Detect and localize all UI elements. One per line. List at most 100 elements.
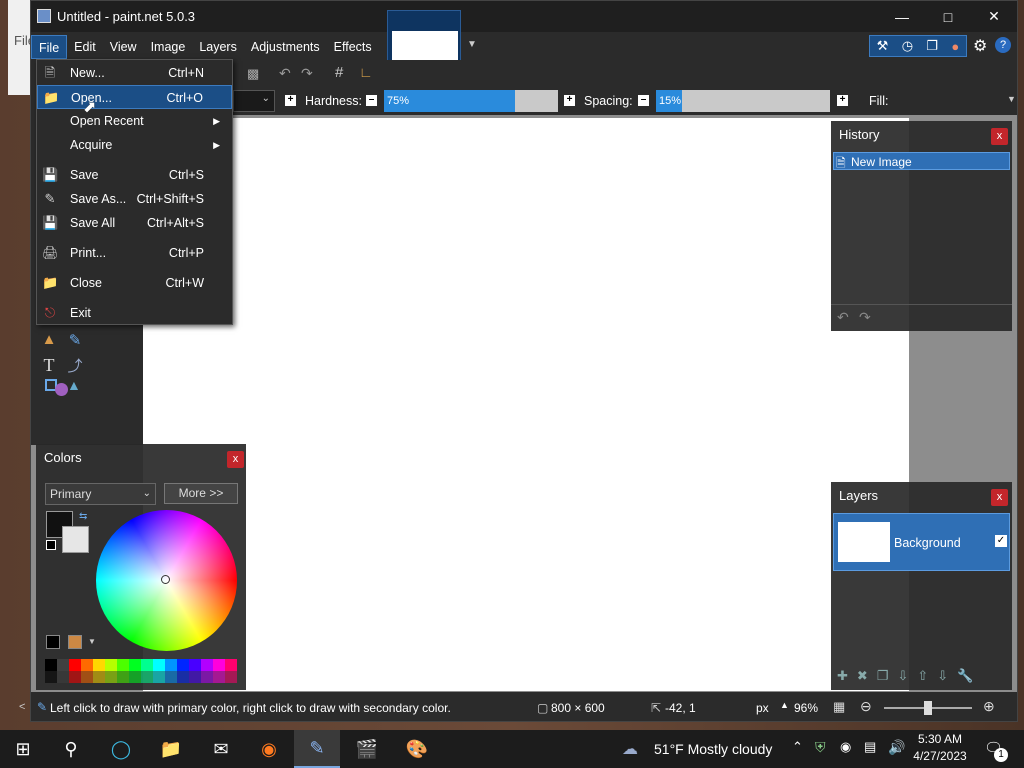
image-canvas[interactable] — [143, 118, 909, 691]
palette-swatch[interactable] — [57, 671, 69, 683]
zoom-level[interactable]: 96% — [794, 701, 818, 715]
menu-item-print[interactable]: 🖨 Print... Ctrl+P — [37, 241, 232, 265]
zoom-slider-thumb[interactable] — [924, 701, 932, 715]
palette-swatch[interactable] — [45, 659, 57, 671]
palette-swatch[interactable] — [213, 671, 225, 683]
start-button[interactable]: ⊞ — [0, 730, 46, 768]
ruler-icon[interactable]: ∟ — [359, 64, 373, 80]
scroll-left-icon[interactable]: < — [19, 701, 25, 713]
paste-icon[interactable]: ▩ — [247, 66, 259, 82]
palette-swatch[interactable] — [165, 659, 177, 671]
menu-item-open-recent[interactable]: Open Recent ▶ — [37, 109, 232, 133]
secondary-color-swatch[interactable] — [62, 526, 89, 553]
maximize-button[interactable]: □ — [925, 1, 971, 32]
layers-close-button[interactable]: x — [991, 489, 1008, 506]
help-icon[interactable]: ? — [995, 37, 1011, 53]
menu-item-exit[interactable]: ⎋ Exit — [37, 301, 232, 325]
colors-window-icon[interactable]: ● — [951, 39, 959, 54]
weather-text[interactable]: 51°F Mostly cloudy — [654, 741, 772, 757]
color-wheel[interactable] — [96, 510, 237, 651]
undo-icon[interactable]: ↶ — [279, 65, 291, 82]
network-icon[interactable]: ▤ — [864, 739, 876, 755]
hardness-increase-button[interactable]: + — [564, 95, 575, 106]
grid-icon[interactable]: # — [335, 64, 343, 81]
palette-swatch[interactable] — [201, 671, 213, 683]
paintnet-taskbar-icon[interactable]: ✎ — [294, 730, 340, 768]
add-to-palette-icon[interactable] — [46, 635, 60, 649]
firefox-icon[interactable]: ◉ — [246, 730, 292, 768]
color-mode-dropdown[interactable]: Primary ⌄ — [45, 483, 156, 505]
spacing-decrease-button[interactable]: – — [638, 95, 649, 106]
brush-size-increase-button[interactable]: + — [285, 95, 296, 106]
color-wheel-cursor[interactable] — [161, 575, 170, 584]
palette-menu-icon[interactable] — [68, 635, 82, 649]
paint-app-icon[interactable]: 🎨 — [394, 730, 440, 768]
menu-view[interactable]: View — [103, 35, 144, 59]
move-layer-down-icon[interactable]: ⇩ — [937, 668, 948, 684]
layers-window-icon[interactable]: ❐ — [926, 38, 938, 54]
search-icon[interactable]: ⚲ — [48, 730, 94, 768]
palette-swatch[interactable] — [93, 659, 105, 671]
hardness-decrease-button[interactable]: – — [366, 95, 377, 106]
palette-swatch[interactable] — [225, 659, 237, 671]
swap-colors-icon[interactable]: ⇆ — [79, 511, 87, 522]
palette-swatch[interactable] — [57, 659, 69, 671]
text-tool-icon[interactable]: T — [39, 355, 59, 375]
palette-swatch[interactable] — [141, 671, 153, 683]
palette-swatch[interactable] — [177, 659, 189, 671]
edge-icon[interactable]: ◯ — [98, 730, 144, 768]
menu-item-open[interactable]: 📁 Open... Ctrl+O — [37, 85, 232, 109]
palette-swatch[interactable] — [81, 659, 93, 671]
spacing-increase-button[interactable]: + — [837, 95, 848, 106]
menu-edit[interactable]: Edit — [67, 35, 103, 59]
palette-swatch[interactable] — [141, 659, 153, 671]
clock-date[interactable]: 4/27/2023 — [908, 749, 972, 763]
layer-properties-icon[interactable]: 🔧 — [957, 668, 973, 684]
tools-window-icon[interactable]: ⚒ — [877, 38, 889, 54]
duplicate-layer-icon[interactable]: ❐ — [877, 668, 889, 684]
history-close-button[interactable]: x — [991, 128, 1008, 145]
palette-swatch[interactable] — [105, 671, 117, 683]
history-item[interactable]: 🗎 New Image — [833, 152, 1010, 170]
palette-swatch[interactable] — [117, 671, 129, 683]
history-window-icon[interactable]: ◷ — [902, 38, 913, 54]
palette-swatch[interactable] — [105, 659, 117, 671]
menu-adjustments[interactable]: Adjustments — [244, 35, 327, 59]
tab-list-icon[interactable]: ▼ — [467, 39, 477, 50]
zoom-to-window-icon[interactable]: ▦ — [833, 699, 845, 715]
weather-cloud-icon[interactable]: ☁ — [622, 739, 638, 759]
recolor-icon[interactable]: ✎ — [65, 331, 85, 349]
spacing-slider[interactable]: 15% — [656, 90, 830, 112]
menu-image[interactable]: Image — [144, 35, 193, 59]
palette-swatch[interactable] — [45, 671, 57, 683]
video-editor-icon[interactable]: 🎬 — [344, 730, 390, 768]
history-redo-icon[interactable]: ↷ — [859, 309, 871, 326]
menu-item-save-all[interactable]: 💾 Save All Ctrl+Alt+S — [37, 211, 232, 235]
zoom-slider[interactable] — [884, 701, 972, 715]
palette-swatch[interactable] — [69, 671, 81, 683]
shapes-tool-icon[interactable]: ▲ — [45, 377, 81, 397]
camera-icon[interactable]: ◉ — [840, 739, 851, 755]
history-undo-icon[interactable]: ↶ — [837, 309, 849, 326]
palette-swatch[interactable] — [153, 671, 165, 683]
palette-swatch[interactable] — [225, 671, 237, 683]
hardness-slider[interactable]: 75% — [384, 90, 558, 112]
menu-file[interactable]: File — [31, 35, 68, 59]
layer-visibility-checkbox[interactable]: ✓ — [995, 535, 1007, 547]
layer-row[interactable]: Background ✓ — [833, 513, 1010, 571]
show-hidden-icons-chevron-icon[interactable]: ⌃ — [792, 739, 803, 755]
palette-swatch[interactable] — [189, 659, 201, 671]
palette-swatch[interactable] — [189, 671, 201, 683]
merge-layer-icon[interactable]: ⇩ — [897, 668, 908, 684]
palette-swatch[interactable] — [213, 659, 225, 671]
menu-item-new[interactable]: 🗎 New... Ctrl+N — [37, 61, 232, 85]
zoom-out-icon[interactable]: ⊖ — [860, 698, 872, 715]
colors-close-button[interactable]: x — [227, 451, 244, 468]
add-layer-icon[interactable]: ✚ — [837, 668, 848, 684]
move-layer-up-icon[interactable]: ⇧ — [917, 668, 928, 684]
file-explorer-icon[interactable]: 📁 — [148, 730, 194, 768]
palette-swatch[interactable] — [165, 671, 177, 683]
line-curve-icon[interactable]: ⤴ — [65, 355, 85, 375]
menu-item-close[interactable]: 📁 Close Ctrl+W — [37, 271, 232, 295]
redo-icon[interactable]: ↷ — [301, 65, 313, 82]
